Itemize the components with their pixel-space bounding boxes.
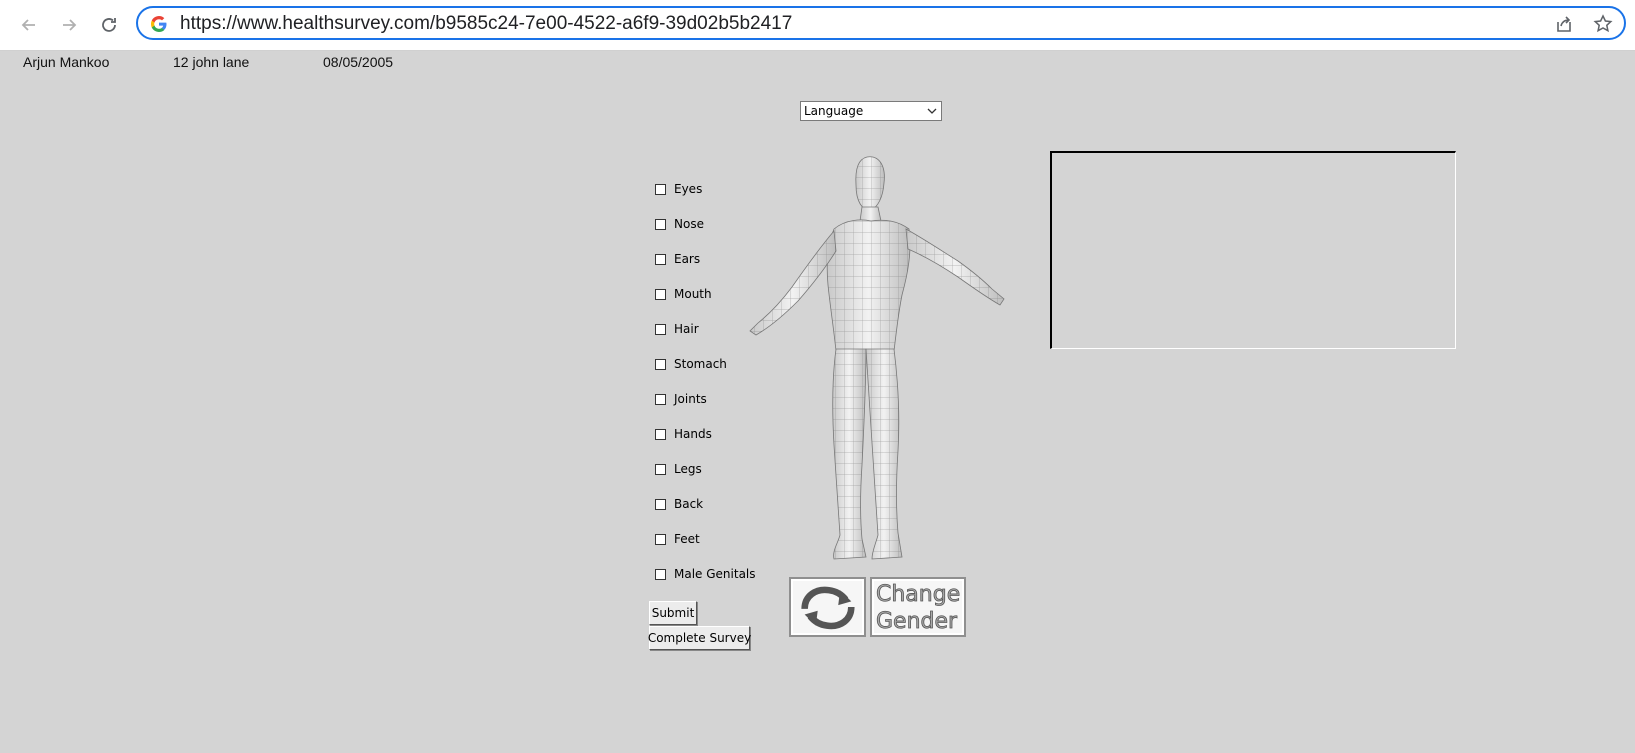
- checkbox[interactable]: [655, 393, 666, 405]
- checkbox-label: Hair: [674, 322, 699, 336]
- chevron-down-icon: [927, 108, 937, 114]
- language-select[interactable]: Language: [800, 101, 942, 121]
- url-text[interactable]: https://www.healthsurvey.com/b9585c24-7e…: [180, 13, 792, 35]
- checkbox-item-mouth[interactable]: Mouth: [655, 285, 712, 303]
- back-arrow-icon[interactable]: [16, 12, 42, 38]
- google-icon: [151, 16, 167, 32]
- checkbox-label: Legs: [674, 462, 702, 476]
- checkbox[interactable]: [655, 463, 666, 475]
- checkbox-label: Eyes: [674, 182, 703, 196]
- bookmark-star-icon[interactable]: [1593, 14, 1613, 34]
- checkbox[interactable]: [655, 323, 666, 335]
- checkbox[interactable]: [655, 358, 666, 370]
- patient-dob: 08/05/2005: [323, 54, 394, 70]
- checkbox-item-hands[interactable]: Hands: [655, 425, 712, 443]
- patient-address: 12 john lane: [173, 54, 250, 70]
- checkbox-item-nose[interactable]: Nose: [655, 215, 704, 233]
- checkbox-item-hair[interactable]: Hair: [655, 320, 699, 338]
- checkbox[interactable]: [655, 533, 666, 545]
- complete-survey-button[interactable]: Complete Survey: [648, 626, 751, 650]
- rotate-figure-button[interactable]: [789, 577, 866, 637]
- checkbox-item-male-genitals[interactable]: Male Genitals: [655, 565, 756, 583]
- checkbox[interactable]: [655, 218, 666, 230]
- checkbox[interactable]: [655, 288, 666, 300]
- checkbox[interactable]: [655, 568, 666, 580]
- address-bar[interactable]: https://www.healthsurvey.com/b9585c24-7e…: [136, 6, 1626, 40]
- checkbox-label: Male Genitals: [674, 567, 756, 581]
- submit-button[interactable]: Submit: [649, 601, 697, 625]
- checkbox-item-eyes[interactable]: Eyes: [655, 180, 702, 198]
- forward-arrow-icon[interactable]: [56, 12, 82, 38]
- language-select-value: Language: [804, 104, 864, 118]
- checkbox-item-ears[interactable]: Ears: [655, 250, 700, 268]
- share-icon[interactable]: [1554, 14, 1574, 34]
- reload-icon[interactable]: [96, 12, 122, 38]
- checkbox-item-legs[interactable]: Legs: [655, 460, 702, 478]
- patient-name: Arjun Mankoo: [23, 54, 110, 70]
- checkbox-label: Nose: [674, 217, 704, 231]
- change-gender-line1: Change: [876, 582, 961, 608]
- checkbox-label: Joints: [674, 392, 707, 406]
- checkbox-label: Back: [674, 497, 704, 511]
- checkbox-item-feet[interactable]: Feet: [655, 530, 700, 548]
- checkbox[interactable]: [655, 498, 666, 510]
- browser-toolbar: https://www.healthsurvey.com/b9585c24-7e…: [0, 0, 1635, 51]
- checkbox-label: Mouth: [674, 287, 712, 301]
- rotate-arrows-icon: [801, 586, 855, 630]
- checkbox-item-stomach[interactable]: Stomach: [655, 355, 727, 373]
- checkbox-item-joints[interactable]: Joints: [655, 390, 707, 408]
- body-figure-image[interactable]: [736, 155, 1021, 565]
- checkbox[interactable]: [655, 428, 666, 440]
- checkbox[interactable]: [655, 253, 666, 265]
- checkbox-label: Ears: [674, 252, 701, 266]
- checkbox-label: Stomach: [674, 357, 727, 371]
- checkbox-label: Feet: [674, 532, 700, 546]
- change-gender-label: Change Gender: [876, 581, 961, 635]
- change-gender-button[interactable]: Change Gender: [870, 577, 966, 637]
- change-gender-line2: Gender: [876, 609, 958, 635]
- checkbox-label: Hands: [674, 427, 712, 441]
- checkbox-item-back[interactable]: Back: [655, 495, 703, 513]
- notes-textbox[interactable]: [1050, 151, 1456, 349]
- checkbox[interactable]: [655, 183, 666, 195]
